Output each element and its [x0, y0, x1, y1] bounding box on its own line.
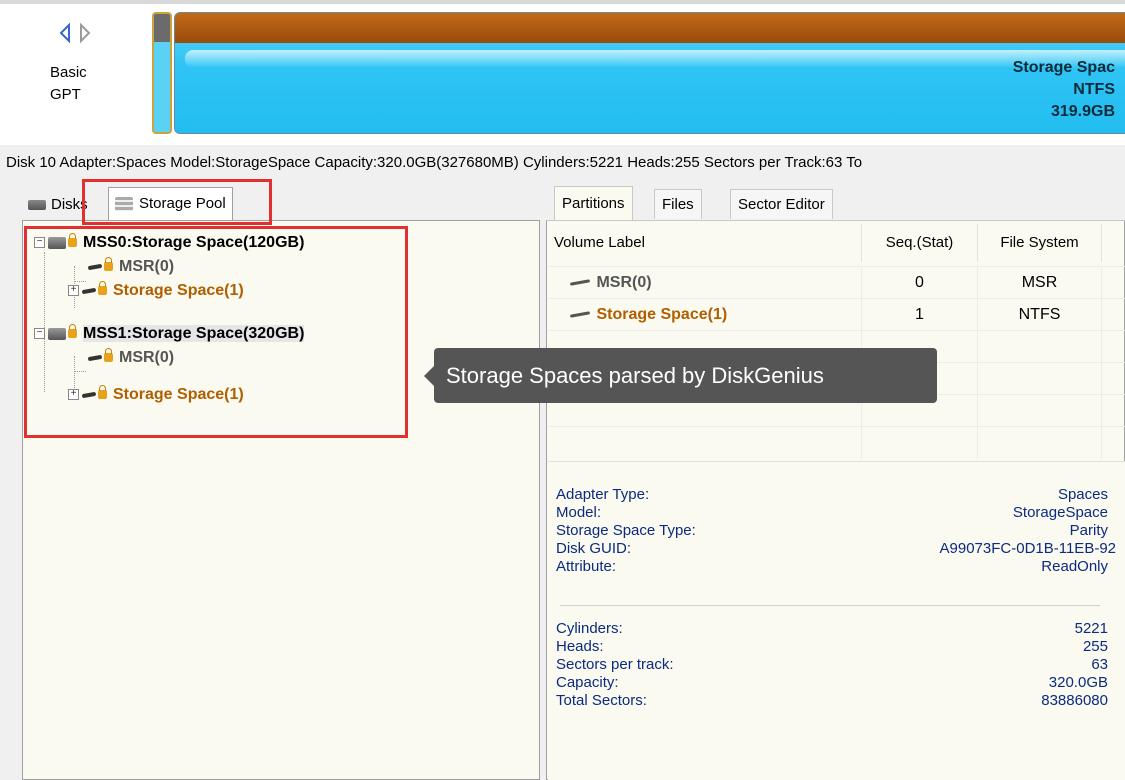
property-value: A99073FC-0D1B-11EB-92	[939, 540, 1116, 557]
disk-icon	[28, 200, 46, 211]
partition-block-storage-space[interactable]: Storage Spac NTFS 319.9GB	[174, 12, 1125, 134]
property-value: ReadOnly	[1041, 558, 1108, 575]
partition-icon	[569, 311, 591, 318]
partition-table: Volume Label Seq.(Stat) File System MSR(…	[548, 224, 1125, 461]
partition-block-name: Storage Spac	[1012, 59, 1115, 76]
property-row: Heads: 255	[556, 638, 1108, 656]
disk-info-line: Disk 10 Adapter:Spaces Model:StorageSpac…	[0, 146, 1125, 180]
column-header-seq[interactable]: Seq.(Stat)	[862, 224, 978, 262]
property-row: Model: StorageSpace	[556, 504, 1108, 522]
disk-properties: Adapter Type: Spaces Model: StorageSpace S…	[548, 461, 1125, 780]
property-key: Model:	[556, 504, 602, 521]
previous-disk-icon[interactable]	[58, 22, 72, 44]
property-key: Total Sectors:	[556, 692, 647, 709]
cell-volume-label: MSR(0)	[548, 267, 862, 299]
property-value: Parity	[1069, 522, 1108, 539]
disk-map-handle[interactable]	[152, 12, 172, 134]
tree-highlight-frame	[24, 226, 408, 438]
property-row: Disk GUID: A99073FC-0D1B-11EB-92	[556, 540, 1116, 558]
property-row: Capacity: 320.0GB	[556, 674, 1108, 692]
table-row[interactable]: Storage Space(1) 1 NTFS	[548, 298, 1125, 331]
property-value: 63	[1091, 656, 1108, 673]
right-tab-bar: Partitions Files Sector Editor	[546, 183, 1125, 221]
cell-seq: 0	[862, 267, 978, 299]
tab-sector-editor[interactable]: Sector Editor	[730, 189, 833, 219]
property-key: Capacity:	[556, 674, 619, 691]
property-value: Spaces	[1057, 486, 1108, 503]
empty-cell	[978, 331, 1102, 363]
property-row: Sectors per track: 63	[556, 656, 1108, 674]
property-key: Adapter Type:	[556, 486, 650, 503]
property-key: Sectors per track:	[556, 656, 674, 673]
partition-gloss	[185, 50, 1125, 68]
cell-volume-label-text: MSR(0)	[596, 274, 652, 291]
empty-cell	[978, 363, 1102, 395]
table-row[interactable]: MSR(0) 0 MSR	[548, 266, 1125, 299]
property-key: Disk GUID:	[556, 540, 631, 557]
property-value: 83886080	[1041, 692, 1108, 709]
tooltip-arrow	[424, 366, 434, 386]
cell-file-system: MSR	[978, 267, 1102, 299]
cell-volume-label-text: Storage Space(1)	[596, 306, 728, 323]
cell-file-system: NTFS	[978, 299, 1102, 331]
partition-block-size: 319.9GB	[1050, 103, 1115, 120]
storage-pool-tab-highlight	[82, 179, 272, 225]
disk-type-gpt: GPT	[50, 86, 81, 103]
property-key: Heads:	[556, 638, 604, 655]
empty-cell	[548, 427, 862, 459]
disk-type-basic: Basic	[50, 64, 87, 81]
empty-cell	[978, 427, 1102, 459]
tab-partitions[interactable]: Partitions	[554, 186, 633, 220]
property-value: 255	[1082, 638, 1108, 655]
property-value: StorageSpace	[1012, 504, 1108, 521]
next-disk-icon[interactable]	[78, 22, 92, 44]
cell-seq: 1	[862, 299, 978, 331]
property-key: Attribute:	[556, 558, 617, 575]
column-header-volume-label[interactable]: Volume Label	[548, 224, 862, 262]
property-value: 5221	[1074, 620, 1108, 637]
tooltip: Storage Spaces parsed by DiskGenius	[434, 348, 937, 403]
partition-header-strip	[175, 13, 1125, 43]
partition-block-text: Storage Spac NTFS 319.9GB	[1013, 57, 1115, 123]
property-key: Cylinders:	[556, 620, 623, 637]
property-row: Attribute: ReadOnly	[556, 558, 1108, 576]
tab-disks[interactable]: Disks	[28, 191, 88, 219]
partition-block-fs: NTFS	[1073, 81, 1115, 98]
property-separator	[560, 605, 1100, 606]
disk-type-label: Basic GPT	[50, 62, 87, 106]
cell-volume-label: Storage Space(1)	[548, 299, 862, 331]
column-header-file-system[interactable]: File System	[978, 224, 1102, 262]
property-row: Adapter Type: Spaces	[556, 486, 1108, 504]
empty-row	[548, 426, 1125, 459]
property-row: Cylinders: 5221	[556, 620, 1108, 638]
tab-files[interactable]: Files	[654, 189, 702, 219]
empty-cell	[978, 395, 1102, 427]
empty-cell	[862, 427, 978, 459]
property-row: Storage Space Type: Parity	[556, 522, 1108, 540]
property-value: 320.0GB	[1048, 674, 1108, 691]
property-key: Storage Space Type:	[556, 522, 696, 539]
partition-icon	[569, 279, 591, 286]
property-row: Total Sectors: 83886080	[556, 692, 1108, 710]
